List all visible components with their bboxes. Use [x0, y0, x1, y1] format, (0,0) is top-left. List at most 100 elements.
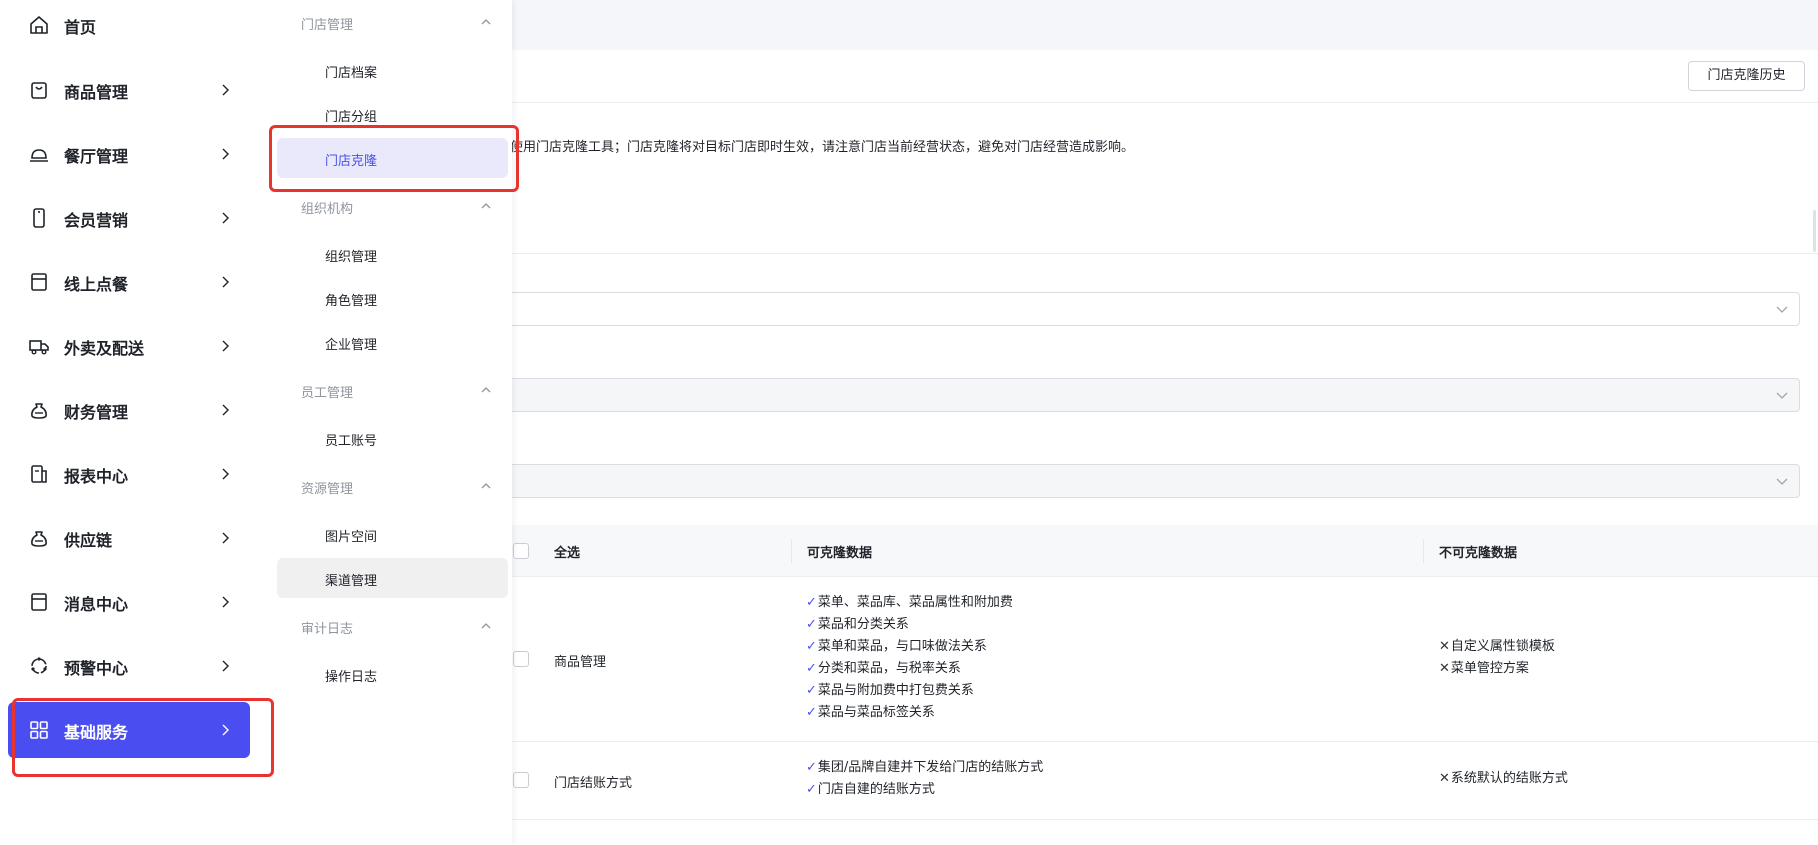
clonable-item: ✓菜品与附加费中打包费关系	[806, 683, 974, 698]
subnav-item-operation-log[interactable]: 操作日志	[277, 654, 508, 694]
nav-item-home[interactable]: 首页	[8, 0, 250, 53]
nav-item-member-marketing[interactable]: 会员营销	[8, 190, 250, 246]
chevron-right-icon	[222, 340, 229, 352]
delivery-truck-icon	[29, 340, 49, 355]
subnav-item-org-management[interactable]: 组织管理	[277, 234, 508, 274]
check-icon: ✓	[806, 760, 817, 775]
column-separator	[791, 539, 792, 563]
chevron-right-icon	[222, 660, 229, 672]
source-store-select[interactable]	[495, 292, 1800, 326]
nav-item-product-management[interactable]: 商品管理	[8, 62, 250, 118]
not-clonable-item: ✕菜单管控方案	[1439, 661, 1529, 676]
chevron-up-icon[interactable]	[480, 200, 492, 212]
subnav-item-role-management[interactable]: 角色管理	[277, 278, 508, 318]
clonable-list: ✓集团/品牌自建并下发给门店的结账方式 ✓门店自建的结账方式	[806, 757, 1043, 801]
report-icon	[31, 465, 47, 483]
subnav-item-image-space[interactable]: 图片空间	[277, 514, 508, 554]
clone-notice: 使用门店克隆工具；门店克隆将对目标门店即时生效，请注意门店当前经营状态，避免对门…	[510, 140, 1135, 155]
nav-item-alert-center[interactable]: 预警中心	[8, 638, 250, 694]
not-clonable-list: ✕系统默认的结账方式	[1439, 768, 1568, 790]
clonable-item: ✓菜品与菜品标签关系	[806, 705, 935, 720]
check-icon: ✓	[806, 595, 817, 610]
subnav-item-channel-management[interactable]: 渠道管理	[277, 558, 508, 598]
cross-icon: ✕	[1439, 771, 1450, 786]
clonable-list: ✓菜单、菜品库、菜品属性和附加费 ✓菜品和分类关系 ✓菜单和菜品，与口味做法关系…	[806, 592, 1013, 724]
mobile-phone-icon	[33, 208, 45, 228]
chevron-right-icon	[222, 596, 229, 608]
nav-item-message-center[interactable]: 消息中心	[8, 574, 250, 630]
chevron-down-icon	[1776, 478, 1788, 485]
clonable-item: ✓门店自建的结账方式	[806, 782, 935, 797]
money-bag-icon	[31, 403, 47, 419]
chevron-down-icon	[1776, 306, 1788, 313]
column-header-not-clonable: 不可克隆数据	[1439, 546, 1518, 561]
chevron-right-icon	[222, 532, 229, 544]
row-checkbox[interactable]	[513, 651, 529, 667]
chevron-right-icon	[222, 212, 229, 224]
subnav-group-title[interactable]: 门店管理	[301, 14, 353, 33]
clonable-item: ✓菜单、菜品库、菜品属性和附加费	[806, 595, 1013, 610]
not-clonable-list: ✕自定义属性锁模板 ✕菜单管控方案	[1439, 636, 1555, 680]
subnav-group-title[interactable]: 员工管理	[301, 382, 353, 401]
chevron-up-icon[interactable]	[480, 620, 492, 632]
row-name: 商品管理	[554, 655, 607, 670]
chevron-up-icon[interactable]	[480, 480, 492, 492]
select-all-checkbox[interactable]	[513, 543, 529, 559]
storefront-icon	[31, 273, 47, 291]
cross-icon: ✕	[1439, 661, 1450, 676]
not-clonable-item: ✕自定义属性锁模板	[1439, 639, 1555, 654]
chevron-right-icon	[222, 84, 229, 96]
message-box-icon	[31, 593, 47, 611]
shopping-bag-icon	[31, 82, 47, 99]
clonable-item: ✓菜单和菜品，与口味做法关系	[806, 639, 987, 654]
chevron-right-icon	[222, 724, 229, 736]
alert-icon	[31, 657, 47, 674]
column-header-clonable: 可克隆数据	[807, 546, 873, 561]
subnav-group-title[interactable]: 审计日志	[301, 618, 353, 637]
cross-icon: ✕	[1439, 639, 1450, 654]
home-icon	[30, 16, 48, 34]
table-header: 全选 可克隆数据 不可克隆数据	[495, 525, 1818, 577]
nav-item-report-center[interactable]: 报表中心	[8, 446, 250, 502]
nav-item-delivery[interactable]: 外卖及配送	[8, 318, 250, 374]
subnav-item-store-clone[interactable]: 门店克隆	[277, 138, 508, 178]
chevron-right-icon	[222, 468, 229, 480]
nav-item-finance[interactable]: 财务管理	[8, 382, 250, 438]
chevron-right-icon	[222, 404, 229, 416]
chevron-down-icon	[1776, 392, 1788, 399]
subnav-item-store-archive[interactable]: 门店档案	[277, 50, 508, 90]
column-separator	[1423, 539, 1424, 563]
chevron-right-icon	[222, 148, 229, 160]
target-brand-select[interactable]	[495, 378, 1800, 412]
subnav-group-title[interactable]: 组织机构	[301, 198, 353, 217]
table-row: 商品管理 ✓菜单、菜品库、菜品属性和附加费 ✓菜品和分类关系 ✓菜单和菜品，与口…	[495, 577, 1818, 742]
chevron-up-icon[interactable]	[480, 384, 492, 396]
nav-item-restaurant-management[interactable]: 餐厅管理	[8, 126, 250, 182]
dish-cover-icon	[30, 149, 48, 162]
row-checkbox[interactable]	[513, 772, 529, 788]
row-name: 门店结账方式	[554, 776, 633, 791]
nav-item-online-ordering[interactable]: 线上点餐	[8, 254, 250, 310]
clonable-item: ✓集团/品牌自建并下发给门店的结账方式	[806, 760, 1044, 775]
subnav-item-store-group[interactable]: 门店分组	[277, 94, 508, 134]
nav-item-basic-services[interactable]: 基础服务	[8, 702, 250, 758]
not-clonable-item: ✕系统默认的结账方式	[1439, 771, 1568, 786]
table-row: 门店结账方式 ✓集团/品牌自建并下发给门店的结账方式 ✓门店自建的结账方式 ✕系…	[495, 742, 1818, 820]
clonable-item: ✓菜品和分类关系	[806, 617, 909, 632]
supply-chain-icon	[31, 531, 47, 547]
clonable-item: ✓分类和菜品，与税率关系	[806, 661, 961, 676]
check-icon: ✓	[806, 683, 817, 698]
check-icon: ✓	[806, 782, 817, 797]
section-divider	[510, 253, 1818, 254]
subnav-item-staff-account[interactable]: 员工账号	[277, 418, 508, 458]
check-icon: ✓	[806, 639, 817, 654]
subnav-item-enterprise-management[interactable]: 企业管理	[277, 322, 508, 362]
column-header-select-all: 全选	[554, 546, 581, 561]
clone-history-button[interactable]: 门店克隆历史	[1688, 61, 1805, 91]
scrollbar-thumb[interactable]	[1813, 210, 1816, 252]
chevron-up-icon[interactable]	[480, 16, 492, 28]
target-store-select[interactable]	[495, 464, 1800, 498]
nav-item-supply-chain[interactable]: 供应链	[8, 510, 250, 566]
subnav-group-title[interactable]: 资源管理	[301, 478, 353, 497]
grid-icon	[30, 721, 48, 739]
